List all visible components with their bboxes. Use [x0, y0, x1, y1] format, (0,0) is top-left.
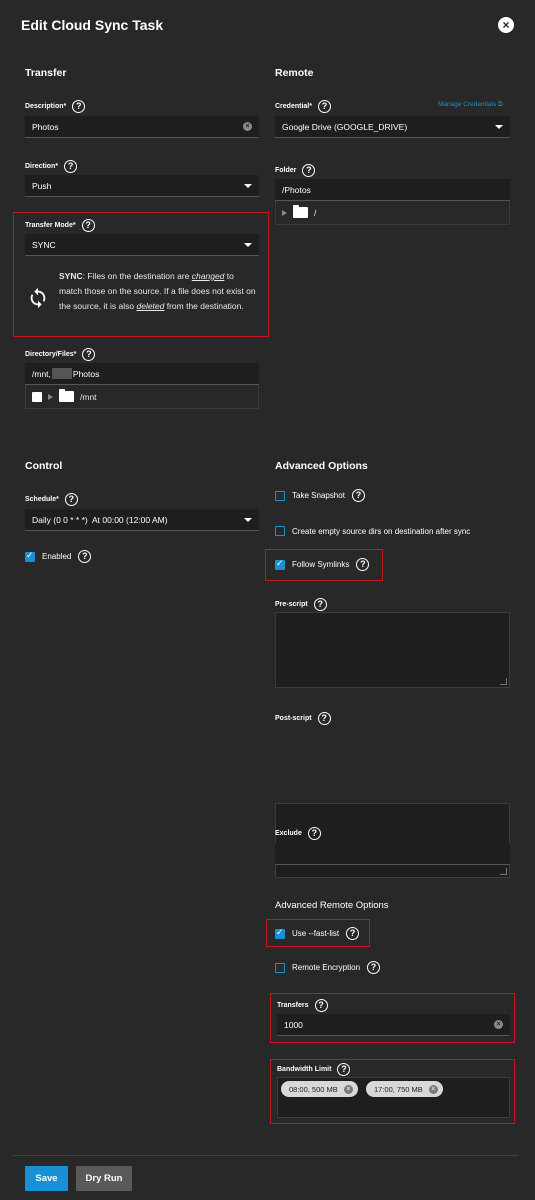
pre-script-help-icon[interactable]: ?: [313, 598, 327, 611]
credential-help-icon[interactable]: ?: [317, 100, 331, 113]
clear-description-icon[interactable]: ×: [243, 122, 252, 131]
directory-checkbox[interactable]: [32, 391, 42, 402]
directory-files-input[interactable]: /mnt, Photos: [25, 363, 259, 385]
manage-credentials-link[interactable]: Manage Credentials ⧉: [438, 101, 503, 109]
bandwidth-limit-help-icon[interactable]: ?: [337, 1063, 351, 1076]
remove-chip-icon[interactable]: ×: [343, 1084, 353, 1094]
close-icon[interactable]: ×: [498, 17, 514, 33]
bandwidth-limit-chips-input[interactable]: 08:00, 500 MB × 17:00, 750 MB ×: [277, 1077, 510, 1118]
take-snapshot-help-icon[interactable]: ?: [351, 489, 365, 502]
transfers-help-icon[interactable]: ?: [314, 999, 328, 1012]
folder-tree-row[interactable]: /: [275, 201, 510, 225]
dry-run-button[interactable]: Dry Run: [76, 1166, 132, 1191]
exclude-help-icon[interactable]: ?: [307, 827, 321, 840]
follow-symlinks-checkbox[interactable]: [275, 558, 285, 570]
folder-icon: [59, 389, 74, 402]
expand-arrow-icon[interactable]: [48, 393, 53, 400]
remote-encryption-row[interactable]: Remote Encryption ?: [275, 961, 381, 974]
folder-icon: [293, 205, 308, 218]
bandwidth-chip[interactable]: 08:00, 500 MB ×: [281, 1081, 358, 1097]
exclude-input[interactable]: [275, 843, 510, 865]
create-empty-dirs-row[interactable]: Create empty source dirs on destination …: [275, 526, 470, 536]
chevron-down-icon: [244, 517, 252, 522]
post-script-textarea[interactable]: [275, 803, 510, 878]
post-script-label: Post-script ?: [275, 712, 331, 725]
transfers-input[interactable]: 1000 ×: [277, 1014, 510, 1036]
remove-chip-icon[interactable]: ×: [428, 1084, 438, 1094]
directory-tree-label: /mnt: [80, 391, 97, 402]
create-empty-dirs-checkbox[interactable]: [275, 526, 285, 536]
advanced-remote-options-title: Advanced Remote Options: [275, 900, 389, 911]
transfer-section-title: Transfer: [25, 67, 67, 79]
description-label: Description* ?: [25, 100, 86, 113]
enabled-checkbox[interactable]: [25, 550, 35, 562]
schedule-help-icon[interactable]: ?: [64, 493, 78, 506]
schedule-label: Schedule* ?: [25, 493, 78, 506]
bandwidth-chip[interactable]: 17:00, 750 MB ×: [366, 1081, 443, 1097]
post-script-help-icon[interactable]: ?: [317, 712, 331, 725]
take-snapshot-row[interactable]: Take Snapshot ?: [275, 489, 365, 502]
redacted-segment: [51, 368, 72, 379]
advanced-options-title: Advanced Options: [275, 460, 368, 472]
bandwidth-limit-label: Bandwidth Limit ?: [277, 1063, 351, 1076]
exclude-label: Exclude ?: [275, 827, 321, 840]
description-help-icon[interactable]: ?: [72, 100, 86, 113]
description-input[interactable]: Photos ×: [25, 116, 259, 138]
credential-label: Credential* ?: [275, 100, 331, 113]
schedule-select[interactable]: Daily (0 0 * * *) At 00:00 (12:00 AM): [25, 509, 259, 531]
chevron-down-icon: [244, 183, 252, 188]
take-snapshot-checkbox[interactable]: [275, 490, 285, 501]
fast-list-help-icon[interactable]: ?: [346, 927, 360, 940]
folder-input[interactable]: /Photos: [275, 179, 510, 201]
pre-script-label: Pre-script ?: [275, 598, 327, 611]
direction-select[interactable]: Push: [25, 175, 259, 197]
remote-encryption-checkbox[interactable]: [275, 962, 285, 973]
footer-divider: [13, 1155, 518, 1156]
enabled-help-icon[interactable]: ?: [78, 550, 92, 563]
dialog-title: Edit Cloud Sync Task: [21, 17, 164, 33]
direction-help-icon[interactable]: ?: [64, 160, 78, 173]
follow-symlinks-help-icon[interactable]: ?: [356, 558, 370, 571]
transfer-mode-select[interactable]: SYNC: [25, 234, 259, 256]
sync-icon: [30, 287, 46, 309]
chevron-down-icon: [244, 242, 252, 247]
save-button[interactable]: Save: [25, 1166, 68, 1191]
external-link-icon: ⧉: [498, 101, 503, 108]
directory-files-help-icon[interactable]: ?: [82, 348, 96, 361]
transfer-mode-description: SYNC: Files on the destination are chang…: [59, 271, 256, 311]
folder-help-icon[interactable]: ?: [302, 164, 316, 177]
folder-label: Folder ?: [275, 164, 316, 177]
expand-arrow-icon[interactable]: [282, 209, 287, 216]
fast-list-checkbox[interactable]: [275, 927, 285, 939]
transfers-label: Transfers ?: [277, 999, 328, 1012]
remote-section-title: Remote: [275, 67, 314, 79]
chevron-down-icon: [495, 124, 503, 129]
transfer-mode-label: Transfer Mode* ?: [25, 219, 95, 232]
transfer-mode-help-icon[interactable]: ?: [81, 219, 95, 232]
directory-tree-row[interactable]: /mnt: [25, 385, 259, 409]
follow-symlinks-row[interactable]: Follow Symlinks ?: [275, 558, 370, 571]
clear-transfers-icon[interactable]: ×: [494, 1020, 503, 1029]
folder-tree-label: /: [314, 207, 317, 218]
pre-script-textarea[interactable]: [275, 612, 510, 688]
enabled-checkbox-row[interactable]: Enabled ?: [25, 550, 92, 563]
remote-encryption-help-icon[interactable]: ?: [367, 961, 381, 974]
directory-files-label: Directory/Files* ?: [25, 348, 96, 361]
credential-select[interactable]: Google Drive (GOOGLE_DRIVE): [275, 116, 510, 138]
direction-label: Direction* ?: [25, 160, 78, 173]
control-section-title: Control: [25, 460, 63, 472]
fast-list-row[interactable]: Use --fast-list ?: [275, 927, 360, 940]
